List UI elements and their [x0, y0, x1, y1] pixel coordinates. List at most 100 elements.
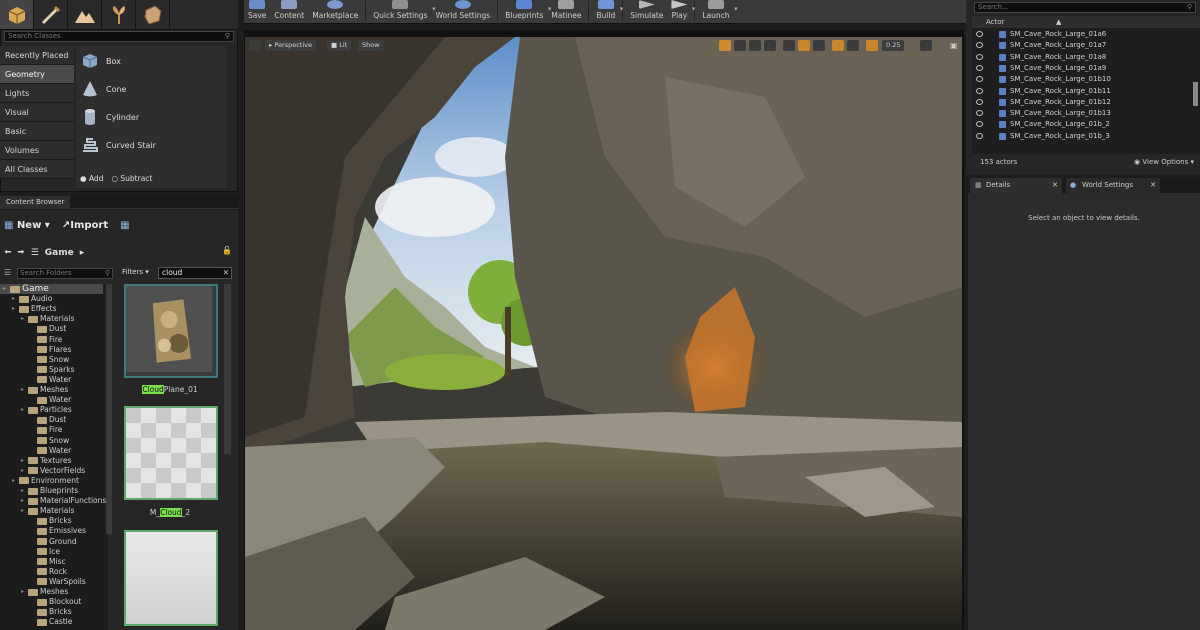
outliner-row[interactable]: SM_Cave_Rock_Large_01b11: [972, 86, 1194, 97]
save-button[interactable]: Save: [244, 0, 270, 23]
level-viewport[interactable]: ▸ Perspective ■ Lit Show 0.25 ▣: [245, 37, 962, 630]
outliner-row[interactable]: SM_Cave_Rock_Large_01b10: [972, 74, 1194, 85]
asset-label-m-cloud[interactable]: M_Cloud_2: [120, 508, 220, 517]
tree-folder-item[interactable]: Dust: [30, 324, 66, 334]
expand-arrow-icon[interactable]: ▸: [21, 587, 28, 597]
place-item-cylinder[interactable]: Cylinder: [77, 103, 227, 131]
tree-folder-item[interactable]: ▸ MaterialFunctions: [21, 496, 106, 506]
build-button[interactable]: Build: [592, 0, 623, 23]
lit-dropdown[interactable]: ■ Lit: [327, 40, 352, 51]
tree-folder-item[interactable]: Bricks: [30, 516, 72, 526]
play-button[interactable]: Play: [667, 0, 695, 23]
class-search-input[interactable]: Search Classes ⚲: [4, 31, 234, 42]
rotation-snap-icon[interactable]: [832, 40, 844, 51]
tree-folder-item[interactable]: Rock: [30, 567, 67, 577]
tree-folder-item[interactable]: WarSpoils: [30, 577, 86, 587]
visibility-eye-icon[interactable]: [976, 42, 983, 49]
tree-folder-item[interactable]: Fire: [30, 335, 62, 345]
expand-arrow-icon[interactable]: ▸: [21, 486, 28, 496]
place-item-curved-stair[interactable]: Curved Stair: [77, 131, 227, 159]
filters-dropdown[interactable]: Filters ▾: [122, 268, 149, 276]
tree-folder-item[interactable]: Blockout: [30, 597, 81, 607]
tree-folder-item[interactable]: Sparks: [30, 365, 74, 375]
tree-folder-item[interactable]: Dust: [30, 415, 66, 425]
category-volumes[interactable]: Volumes: [0, 141, 74, 160]
tree-folder-item[interactable]: ▸ Materials: [21, 314, 74, 324]
foliage-mode-icon[interactable]: [102, 0, 136, 29]
expand-arrow-icon[interactable]: ▸: [12, 304, 19, 314]
launch-button[interactable]: Launch: [698, 0, 738, 23]
rotate-icon[interactable]: [749, 40, 761, 51]
subtract-radio[interactable]: ○ Subtract: [111, 174, 152, 183]
tree-folder-item[interactable]: Castle: [30, 617, 72, 627]
tree-folder-item[interactable]: Ice: [30, 547, 60, 557]
expand-arrow-icon[interactable]: ▸: [21, 456, 28, 466]
visibility-eye-icon[interactable]: [976, 98, 983, 105]
category-all-classes[interactable]: All Classes: [0, 160, 74, 179]
visibility-eye-icon[interactable]: [976, 87, 983, 94]
scale-snap-icon[interactable]: [866, 40, 878, 51]
view-options-button[interactable]: ◉ View Options ▾: [1134, 154, 1194, 170]
camera-speed-icon[interactable]: [920, 40, 932, 51]
visibility-eye-icon[interactable]: [976, 53, 983, 60]
outliner-row[interactable]: SM_Cave_Rock_Large_01b13: [972, 108, 1194, 119]
outliner-row[interactable]: SM_Cave_Rock_Large_01a7: [972, 40, 1194, 51]
expand-arrow-icon[interactable]: ▸: [21, 405, 28, 415]
tree-folder-item[interactable]: ▸ Blueprints: [21, 486, 78, 496]
tree-root-folder[interactable]: ▸ Game: [0, 284, 103, 294]
tree-folder-item[interactable]: Water: [30, 375, 71, 385]
expand-arrow-icon[interactable]: ▸: [21, 385, 28, 395]
add-radio[interactable]: ● Add: [80, 174, 103, 183]
path-menu-icon[interactable]: ☰: [31, 248, 39, 258]
tree-folder-item[interactable]: ▸ Meshes: [21, 587, 68, 597]
forward-arrow-icon[interactable]: 🠪: [17, 245, 24, 261]
outliner-row[interactable]: SM_Cave_Rock_Large_01a6: [972, 29, 1194, 40]
show-dropdown[interactable]: Show: [358, 40, 384, 51]
tree-folder-item[interactable]: Ground: [30, 537, 77, 547]
tab-details[interactable]: Details ▦ ✕: [970, 178, 1062, 193]
category-lights[interactable]: Lights: [0, 84, 74, 103]
content-browser-tab[interactable]: Content Browser: [0, 196, 238, 209]
paint-mode-icon[interactable]: [34, 0, 68, 29]
expand-arrow-icon[interactable]: ▸: [12, 476, 19, 486]
grid-size-icon[interactable]: [813, 40, 825, 51]
outliner-row[interactable]: SM_Cave_Rock_Large_01b_3: [972, 131, 1194, 142]
category-visual[interactable]: Visual: [0, 103, 74, 122]
expand-arrow-icon[interactable]: ▸: [12, 294, 19, 304]
tree-folder-item[interactable]: ▸ Particles: [21, 405, 72, 415]
new-button[interactable]: ▦ New ▾: [4, 220, 50, 231]
folder-view-icon[interactable]: ☰: [4, 268, 16, 279]
asset-thumb-m-cloud[interactable]: [124, 406, 218, 500]
outliner-row[interactable]: SM_Cave_Rock_Large_01a9: [972, 63, 1194, 74]
realtime-icon[interactable]: [719, 40, 731, 51]
tree-folder-item[interactable]: Snow: [30, 355, 69, 365]
asset-thumb-cloudplane[interactable]: [124, 284, 218, 378]
world-settings-button[interactable]: World Settings: [432, 0, 495, 23]
tree-folder-item[interactable]: Bricks: [30, 607, 72, 617]
asset-search-input[interactable]: cloud ✕: [158, 267, 232, 279]
asset-thumb-3[interactable]: [124, 530, 218, 626]
tree-folder-item[interactable]: Emissives: [30, 526, 86, 536]
content-button[interactable]: Content: [270, 0, 308, 23]
tree-folder-item[interactable]: Snow: [30, 436, 69, 446]
category-recently-placed[interactable]: Recently Placed: [0, 46, 74, 65]
close-tab-icon[interactable]: ✕: [1150, 178, 1156, 193]
quick-settings-button[interactable]: Quick Settings: [369, 0, 436, 23]
visibility-eye-icon[interactable]: [976, 64, 983, 71]
clear-search-icon[interactable]: ✕: [223, 268, 229, 278]
place-item-cone[interactable]: Cone: [77, 75, 227, 103]
outliner-column-header[interactable]: Actor ▲: [972, 16, 1200, 28]
asset-scrollbar[interactable]: [224, 284, 231, 454]
landscape-mode-icon[interactable]: [68, 0, 102, 29]
tree-folder-item[interactable]: ▸ VectorFields: [21, 466, 85, 476]
lock-icon[interactable]: 🔓: [222, 246, 232, 255]
tree-folder-item[interactable]: Water: [30, 446, 71, 456]
close-tab-icon[interactable]: ✕: [1052, 178, 1058, 193]
scale-icon[interactable]: [764, 40, 776, 51]
visibility-eye-icon[interactable]: [976, 110, 983, 117]
perspective-dropdown[interactable]: ▸ Perspective: [265, 40, 316, 51]
outliner-row[interactable]: SM_Cave_Rock_Large_01b_2: [972, 119, 1194, 130]
rotation-size-icon[interactable]: [847, 40, 859, 51]
folder-search-input[interactable]: Search Folders ⚲: [17, 268, 113, 279]
scale-snap-value[interactable]: 0.25: [882, 40, 905, 51]
